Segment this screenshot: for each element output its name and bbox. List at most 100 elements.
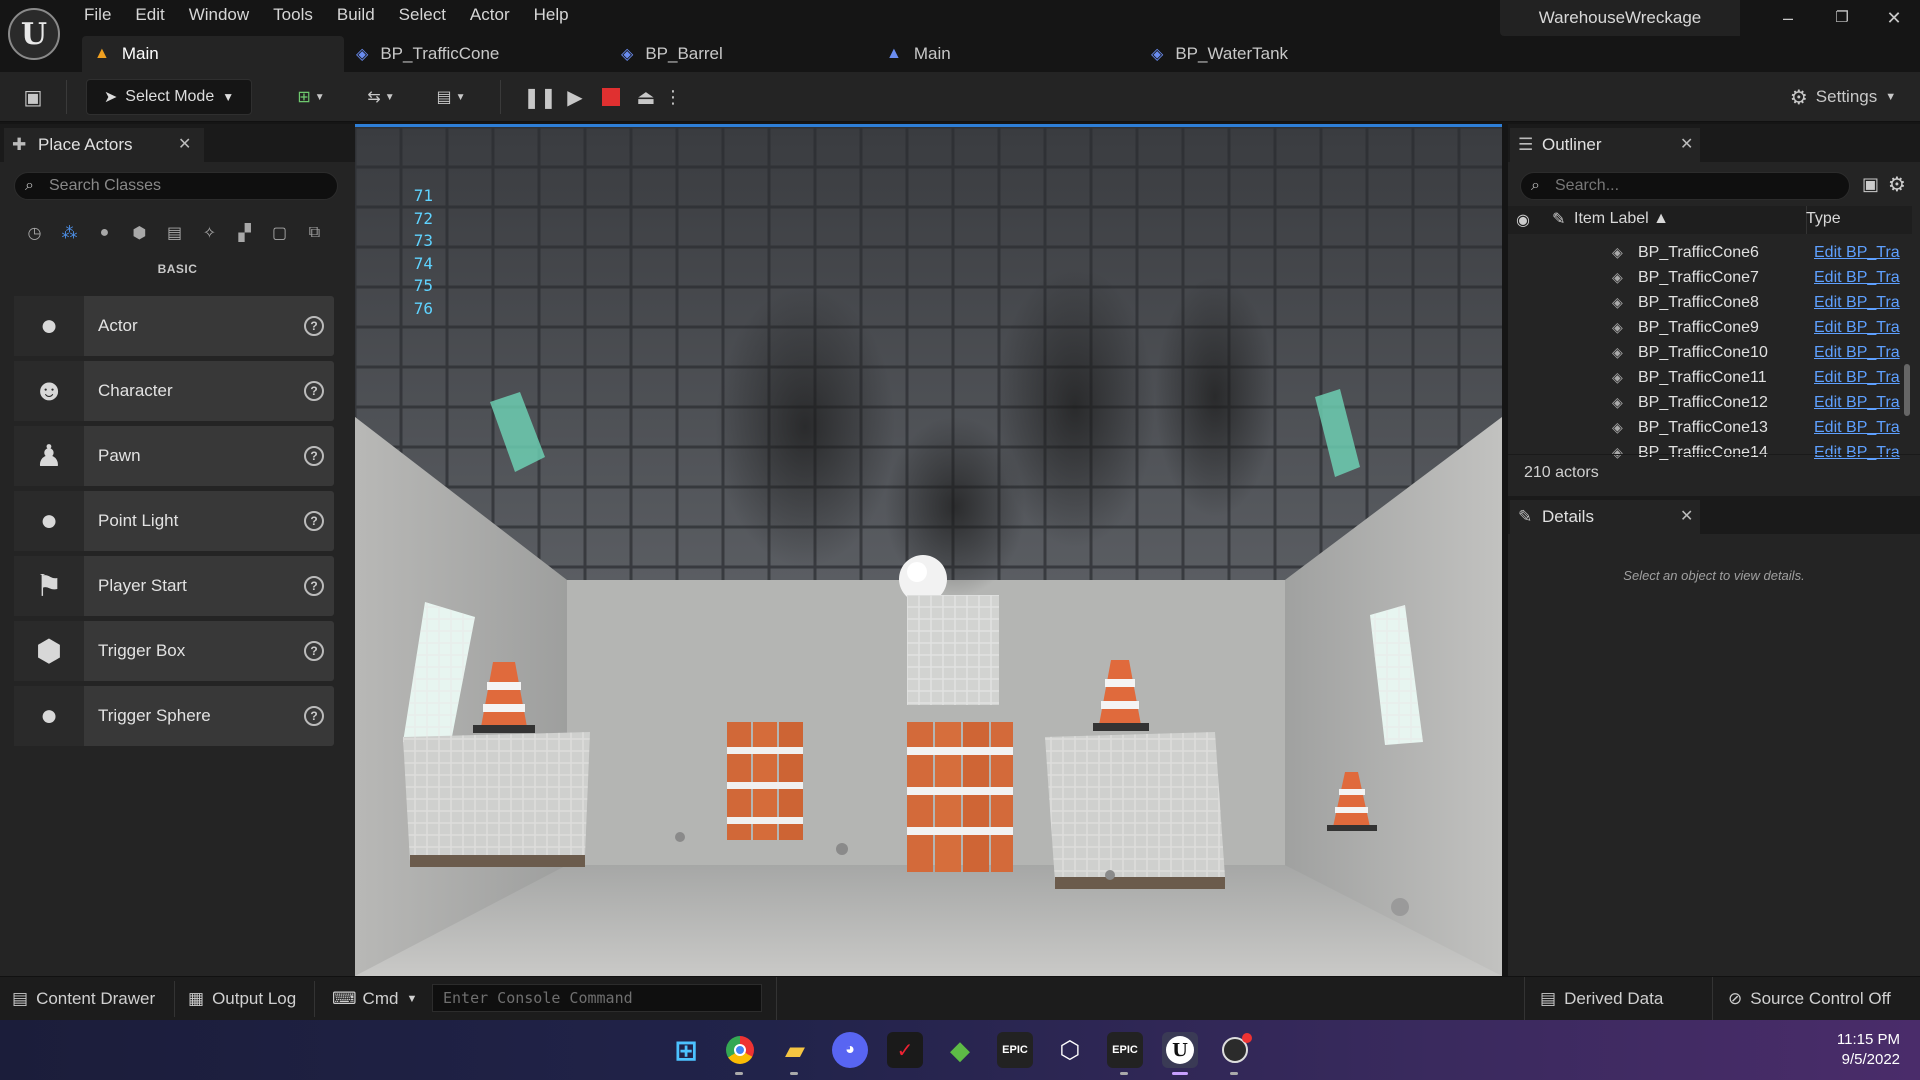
tab-bp-trafficcone[interactable]: ◈ BP_TrafficCone xyxy=(344,36,609,72)
pause-button[interactable]: ❚❚ xyxy=(523,79,557,115)
close-window-button[interactable]: ✕ xyxy=(1874,8,1914,32)
menu-file[interactable]: File xyxy=(72,0,123,30)
help-icon[interactable]: ? xyxy=(304,511,324,531)
menu-window[interactable]: Window xyxy=(177,0,261,30)
table-row[interactable]: ◈ BP_TrafficCone10 Edit BP_Tra xyxy=(1508,340,1906,365)
tab-main-graph[interactable]: ▲ Main xyxy=(874,36,1139,72)
console-command-input[interactable]: Enter Console Command xyxy=(432,984,762,1012)
table-row[interactable]: ◈ BP_TrafficCone13 Edit BP_Tra xyxy=(1508,415,1906,440)
epic-games-icon[interactable]: EPIC xyxy=(997,1032,1033,1068)
all-classes-icon[interactable]: ⧉ xyxy=(300,220,329,246)
menu-actor[interactable]: Actor xyxy=(458,0,522,30)
menu-help[interactable]: Help xyxy=(522,0,581,30)
geometry-icon[interactable]: ▞ xyxy=(230,220,259,246)
shapes-icon[interactable]: ⬢ xyxy=(125,220,154,246)
column-item-label[interactable]: Item Label ▲ xyxy=(1574,210,1669,228)
table-row[interactable]: ◈ BP_TrafficCone9 Edit BP_Tra xyxy=(1508,315,1906,340)
menu-tools[interactable]: Tools xyxy=(261,0,325,30)
row-type-link[interactable]: Edit BP_Tra xyxy=(1814,444,1900,462)
blueprint-menu-button[interactable]: ⇆ ▼ xyxy=(358,79,404,115)
cmd-dropdown[interactable]: ⌨ Cmd ▼ xyxy=(332,985,417,1013)
cinematic-icon[interactable]: ▤ xyxy=(160,220,189,246)
table-row[interactable]: ◈ BP_TrafficCone6 Edit BP_Tra xyxy=(1508,240,1906,265)
row-type-link[interactable]: Edit BP_Tra xyxy=(1814,419,1900,437)
list-item-trigger-sphere[interactable]: ● Trigger Sphere ? xyxy=(14,686,334,746)
table-row[interactable]: ◈ BP_TrafficCone8 Edit BP_Tra xyxy=(1508,290,1906,315)
cinematics-button[interactable]: ▤ ▼ xyxy=(428,79,474,115)
table-row[interactable]: ◈ BP_TrafficCone7 Edit BP_Tra xyxy=(1508,265,1906,290)
help-icon[interactable]: ? xyxy=(304,576,324,596)
menu-edit[interactable]: Edit xyxy=(123,0,176,30)
help-icon[interactable]: ? xyxy=(304,316,324,336)
tab-bp-watertank[interactable]: ◈ BP_WaterTank xyxy=(1139,36,1389,72)
row-type-link[interactable]: Edit BP_Tra xyxy=(1814,319,1900,337)
outliner-tab[interactable]: ☰ Outliner xyxy=(1510,128,1700,162)
discord-icon[interactable]: ◕ xyxy=(832,1032,868,1068)
row-type-link[interactable]: Edit BP_Tra xyxy=(1814,369,1900,387)
visual-effects-icon[interactable]: ✧ xyxy=(195,220,224,246)
recent-icon[interactable]: ◷ xyxy=(20,220,49,246)
details-tab[interactable]: ✎ Details xyxy=(1510,500,1700,534)
play-options-button[interactable]: ⋮ xyxy=(664,79,682,115)
volumes-icon[interactable]: ▢ xyxy=(265,220,294,246)
content-drawer-button[interactable]: ▤ Content Drawer xyxy=(12,985,155,1013)
list-item-player-start[interactable]: ⚑ Player Start ? xyxy=(14,556,334,616)
select-mode-dropdown[interactable]: ➤ Select Mode ▼ xyxy=(86,79,252,115)
list-item-pawn[interactable]: ♟ Pawn ? xyxy=(14,426,334,486)
list-item-point-light[interactable]: ● Point Light ? xyxy=(14,491,334,551)
lights-icon[interactable]: ● xyxy=(90,220,119,246)
unreal-engine-icon[interactable]: U xyxy=(1162,1032,1198,1068)
row-type-link[interactable]: Edit BP_Tra xyxy=(1814,269,1900,287)
derived-data-button[interactable]: ▤ Derived Data xyxy=(1540,985,1663,1013)
close-icon[interactable]: ✕ xyxy=(1680,506,1693,526)
help-icon[interactable]: ? xyxy=(304,446,324,466)
row-type-link[interactable]: Edit BP_Tra xyxy=(1814,244,1900,262)
unity-icon[interactable]: ⬡ xyxy=(1052,1032,1088,1068)
basic-icon[interactable]: ⁂ xyxy=(55,220,84,246)
table-row[interactable]: ◈ BP_TrafficCone12 Edit BP_Tra xyxy=(1508,390,1906,415)
list-item-trigger-box[interactable]: ⬢ Trigger Box ? xyxy=(14,621,334,681)
outliner-scrollbar[interactable] xyxy=(1904,364,1910,416)
pin-icon[interactable]: ✎ xyxy=(1552,209,1565,229)
row-type-link[interactable]: Edit BP_Tra xyxy=(1814,294,1900,312)
system-clock[interactable]: 11:15 PM 9/5/2022 xyxy=(1820,1030,1900,1070)
search-classes-input[interactable]: ⌕ Search Classes xyxy=(14,172,338,200)
close-icon[interactable]: ✕ xyxy=(1680,134,1693,154)
obs-icon[interactable] xyxy=(1217,1032,1253,1068)
close-icon[interactable]: ✕ xyxy=(178,134,191,154)
output-log-button[interactable]: ▦ Output Log xyxy=(188,985,296,1013)
save-icon[interactable]: ▣ xyxy=(16,79,50,115)
vivaldi-icon[interactable]: ✓ xyxy=(887,1032,923,1068)
settings-dropdown[interactable]: ⚙ Settings ▼ xyxy=(1778,79,1908,115)
level-viewport[interactable]: 71 72 73 74 75 76 xyxy=(355,124,1502,976)
minimize-button[interactable]: – xyxy=(1768,8,1808,32)
add-folder-icon[interactable]: ▣ xyxy=(1862,174,1879,195)
row-type-link[interactable]: Edit BP_Tra xyxy=(1814,344,1900,362)
column-type[interactable]: Type xyxy=(1806,210,1841,228)
menu-select[interactable]: Select xyxy=(387,0,458,30)
tab-main-level[interactable]: ▲ Main xyxy=(82,36,344,72)
table-row[interactable]: ◈ BP_TrafficCone14 Edit BP_Tra xyxy=(1508,440,1906,465)
list-item-actor[interactable]: ● Actor ? xyxy=(14,296,334,356)
minecraft-icon[interactable]: ◆ xyxy=(942,1032,978,1068)
epic-games-icon[interactable]: EPIC xyxy=(1107,1032,1143,1068)
windows-start-icon[interactable]: ⊞ xyxy=(668,1032,704,1068)
table-row[interactable]: ◈ BP_TrafficCone11 Edit BP_Tra xyxy=(1508,365,1906,390)
outliner-search-input[interactable]: ⌕ Search... xyxy=(1520,172,1850,200)
gear-icon[interactable]: ⚙ xyxy=(1888,172,1906,197)
help-icon[interactable]: ? xyxy=(304,381,324,401)
step-button[interactable]: ▶ xyxy=(558,79,592,115)
menu-build[interactable]: Build xyxy=(325,0,387,30)
row-type-link[interactable]: Edit BP_Tra xyxy=(1814,394,1900,412)
add-actor-button[interactable]: ⊞ ▼ xyxy=(288,79,334,115)
help-icon[interactable]: ? xyxy=(304,706,324,726)
source-control-button[interactable]: ⊘ Source Control Off xyxy=(1728,985,1891,1013)
chrome-icon[interactable] xyxy=(722,1032,758,1068)
file-explorer-icon[interactable]: ▰ xyxy=(777,1032,813,1068)
stop-button[interactable] xyxy=(594,79,628,115)
eye-icon[interactable]: ◉ xyxy=(1516,210,1530,230)
list-item-character[interactable]: ☻ Character ? xyxy=(14,361,334,421)
restore-button[interactable]: ❐ xyxy=(1822,8,1862,32)
tab-bp-barrel[interactable]: ◈ BP_Barrel xyxy=(609,36,874,72)
place-actors-tab[interactable]: ✚ Place Actors xyxy=(4,128,204,162)
